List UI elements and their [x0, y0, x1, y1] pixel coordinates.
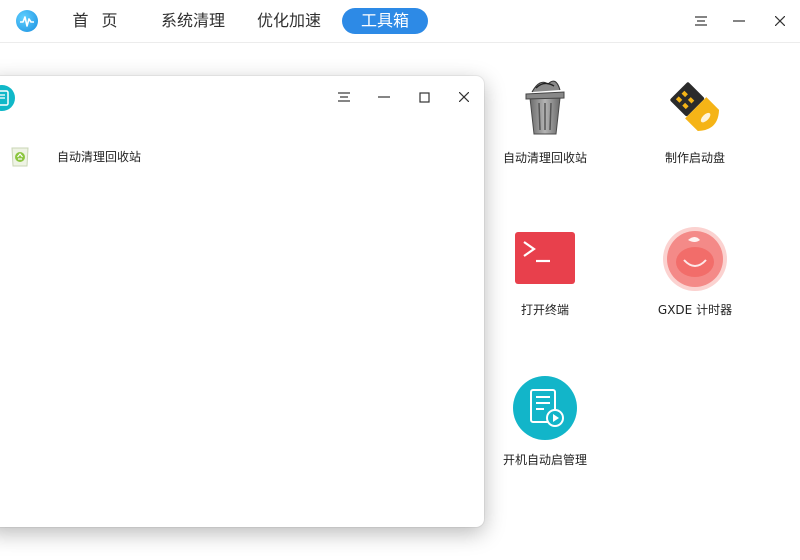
dialog-menu-button[interactable]	[332, 86, 356, 108]
maximize-icon	[418, 91, 430, 103]
minimize-button[interactable]	[728, 10, 750, 32]
tool-label: 制作启动盘	[664, 151, 725, 165]
close-button[interactable]	[769, 10, 791, 32]
tomato-timer-icon	[660, 224, 730, 294]
trash-bin-icon	[510, 72, 580, 142]
tool-open-terminal[interactable]: 打开终端	[485, 224, 605, 318]
startup-manager-icon	[510, 374, 580, 444]
list-item[interactable]: 自动清理回收站	[0, 142, 460, 170]
tab-optimize[interactable]: 优化加速	[248, 8, 330, 34]
main-titlebar: 首 页 系统清理 优化加速 工具箱	[0, 0, 800, 43]
auto-clean-dialog: 自动清理回收站	[0, 76, 484, 527]
tool-auto-clean-trash[interactable]: 自动清理回收站	[485, 72, 605, 166]
tool-startup-manager[interactable]: 开机自动启管理	[485, 374, 605, 468]
terminal-icon	[510, 224, 580, 294]
hamburger-icon	[338, 92, 350, 102]
list-item-label: 自动清理回收站	[57, 150, 142, 164]
recycle-bin-icon	[8, 144, 32, 168]
close-icon	[459, 92, 469, 102]
usb-drive-icon	[660, 72, 730, 142]
dialog-maximize-button[interactable]	[412, 86, 436, 108]
menu-button[interactable]	[690, 10, 712, 32]
tool-label: 自动清理回收站	[502, 151, 587, 165]
hamburger-icon	[695, 16, 707, 26]
tab-toolbox[interactable]: 工具箱	[342, 8, 428, 34]
close-icon	[775, 16, 785, 26]
tool-label: 开机自动启管理	[502, 453, 587, 467]
tool-label: 打开终端	[520, 303, 569, 317]
tab-home[interactable]: 首 页	[66, 8, 128, 34]
app-logo-icon	[16, 10, 38, 32]
minimize-icon	[378, 96, 390, 98]
tool-label: GXDE 计时器	[657, 303, 733, 317]
dialog-minimize-button[interactable]	[372, 86, 396, 108]
minimize-icon	[733, 20, 745, 22]
tool-gxde-timer[interactable]: GXDE 计时器	[635, 224, 755, 318]
dialog-close-button[interactable]	[452, 86, 476, 108]
dialog-app-icon	[0, 85, 15, 111]
tool-make-boot-disk[interactable]: 制作启动盘	[635, 72, 755, 166]
tab-system-clean[interactable]: 系统清理	[152, 8, 234, 34]
